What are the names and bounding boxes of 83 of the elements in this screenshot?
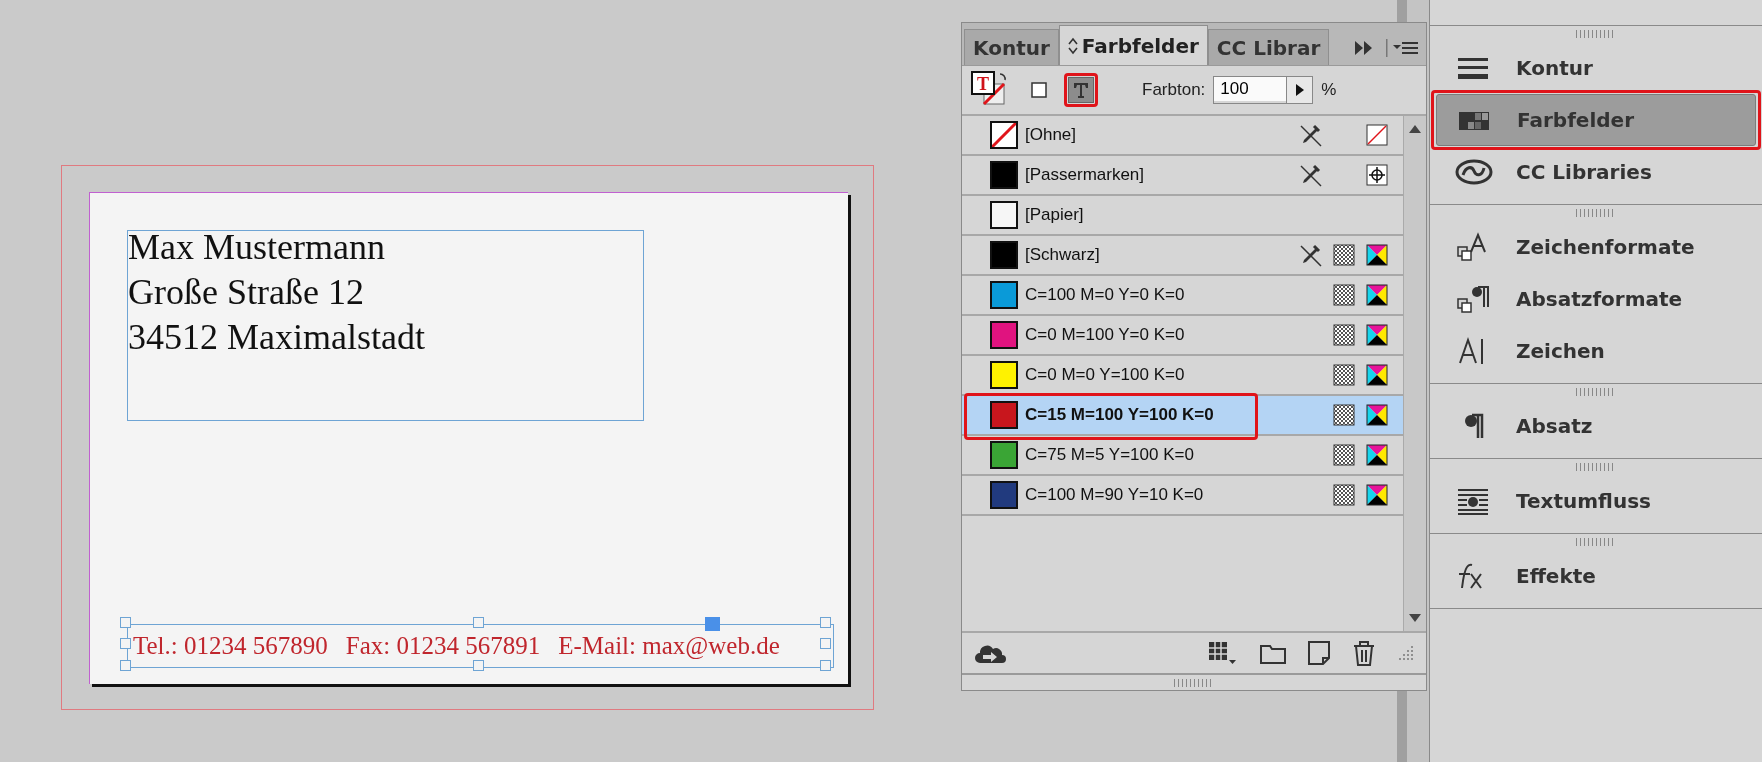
folder-icon[interactable] (1260, 642, 1286, 664)
stepper-button[interactable] (1286, 77, 1313, 103)
selection-handle[interactable] (820, 638, 831, 649)
checker-icon (1332, 284, 1355, 306)
swatch-name: [Ohne] (1025, 125, 1078, 145)
dock-item[interactable]: Zeichenformate (1436, 221, 1756, 273)
swatch-row[interactable]: C=100 M=90 Y=10 K=0 (962, 476, 1403, 516)
contact-text: E-Mail: max@web.de (558, 632, 780, 660)
dock-item[interactable]: Effekte (1436, 550, 1756, 602)
tint-field[interactable]: 100 (1213, 76, 1314, 104)
cmyk-icon (1365, 484, 1388, 506)
resize-grip-icon[interactable] (1398, 645, 1414, 661)
swatch-name: C=100 M=90 Y=10 K=0 (1025, 485, 1205, 505)
checker-icon (1332, 444, 1355, 466)
swatch-row[interactable]: [Schwarz] (962, 236, 1403, 276)
panel-tab[interactable]: Farbfelder (1058, 25, 1208, 65)
swatch-row[interactable]: C=75 M=5 Y=100 K=0 (962, 436, 1403, 476)
checker-icon (1332, 484, 1355, 506)
panel-tab[interactable]: Kontur (964, 29, 1059, 65)
scroll-down-icon[interactable] (1408, 613, 1422, 623)
selection-handle[interactable] (120, 660, 131, 671)
checker-icon (1332, 324, 1355, 346)
selection-handle[interactable] (120, 617, 131, 628)
swatch-name: C=0 M=0 Y=100 K=0 (1025, 365, 1186, 385)
grid-icon[interactable] (1208, 641, 1238, 665)
dock-item[interactable]: Absatz (1436, 400, 1756, 452)
swatch-name: [Papier] (1025, 205, 1085, 225)
new-page-icon[interactable] (1308, 641, 1330, 665)
cmyk-icon (1365, 404, 1388, 426)
cmyk-icon (1365, 284, 1388, 306)
swatch-row[interactable]: C=100 M=0 Y=0 K=0 (962, 276, 1403, 316)
cmyk-icon (1365, 444, 1388, 466)
address-line: Große Straße 12 (128, 271, 365, 314)
selection-handle[interactable] (473, 617, 484, 628)
cloud-icon[interactable] (974, 642, 1006, 664)
cmyk-icon (1365, 244, 1388, 266)
play-icon (1294, 83, 1305, 97)
swatch-name: C=15 M=100 Y=100 K=0 (1025, 405, 1215, 425)
dock-item[interactable]: CC Libraries (1436, 146, 1756, 198)
menu-icon[interactable] (1386, 39, 1420, 57)
dock-item[interactable]: Zeichen (1436, 325, 1756, 377)
swatch-name: [Passermarken] (1025, 165, 1146, 185)
grip-icon[interactable] (1174, 678, 1214, 687)
swatch-row[interactable]: [Papier] (962, 196, 1403, 236)
scrollbar[interactable] (1403, 116, 1426, 631)
swatch-row[interactable]: [Passermarken] (962, 156, 1403, 196)
libraries-icon (1454, 157, 1494, 187)
swatch-name: C=0 M=100 Y=0 K=0 (1025, 325, 1186, 345)
checker-icon (1332, 244, 1355, 266)
sort-icon (1067, 36, 1078, 55)
anchor-handle[interactable] (705, 617, 720, 631)
selection-handle[interactable] (120, 638, 131, 649)
text-icon (1071, 80, 1091, 100)
contact-text: Fax: 01234 567891 (345, 632, 541, 660)
percent-label: % (1321, 80, 1337, 100)
dock-item[interactable]: Absatzformate (1436, 273, 1756, 325)
none-swatch-icon (990, 121, 1018, 149)
address-line: 34512 Maximalstadt (128, 316, 426, 359)
swatch-name: [Schwarz] (1025, 245, 1101, 265)
selection-handle[interactable] (820, 660, 831, 671)
swatch-row[interactable]: C=0 M=100 Y=0 K=0 (962, 316, 1403, 356)
expand-icon[interactable] (1354, 40, 1374, 56)
cmyk-icon (1365, 364, 1388, 386)
swatch-name: C=100 M=0 Y=0 K=0 (1025, 285, 1186, 305)
square-icon (1031, 82, 1047, 98)
swatch-row[interactable]: [Ohne] (962, 116, 1403, 156)
dock-item[interactable]: Kontur (1436, 42, 1756, 94)
panel-tab[interactable]: CC Librar (1207, 29, 1330, 65)
contact-text: Tel.: 01234 567890 (133, 632, 328, 660)
dock-item[interactable]: Textumfluss (1436, 475, 1756, 527)
trash-icon[interactable] (1352, 640, 1376, 666)
selection-handle[interactable] (473, 660, 484, 671)
checker-icon (1332, 364, 1355, 386)
cmyk-icon (1365, 324, 1388, 346)
text-frame[interactable]: Tel.: 01234 567890 Fax: 01234 567891 E-Mail: max@web.de (127, 624, 834, 668)
text-frame[interactable]: Max Mustermann Große Straße 12 34512 Maximalstadt (127, 230, 644, 421)
swatch-name: C=75 M=5 Y=100 K=0 (1025, 445, 1195, 465)
none-icon (1365, 124, 1388, 146)
checker-icon (1332, 404, 1355, 426)
crosshair-icon (1365, 164, 1388, 186)
tint-label: Farbton: (1142, 80, 1206, 100)
scroll-up-icon[interactable] (1408, 124, 1422, 134)
selection-handle[interactable] (820, 617, 831, 628)
